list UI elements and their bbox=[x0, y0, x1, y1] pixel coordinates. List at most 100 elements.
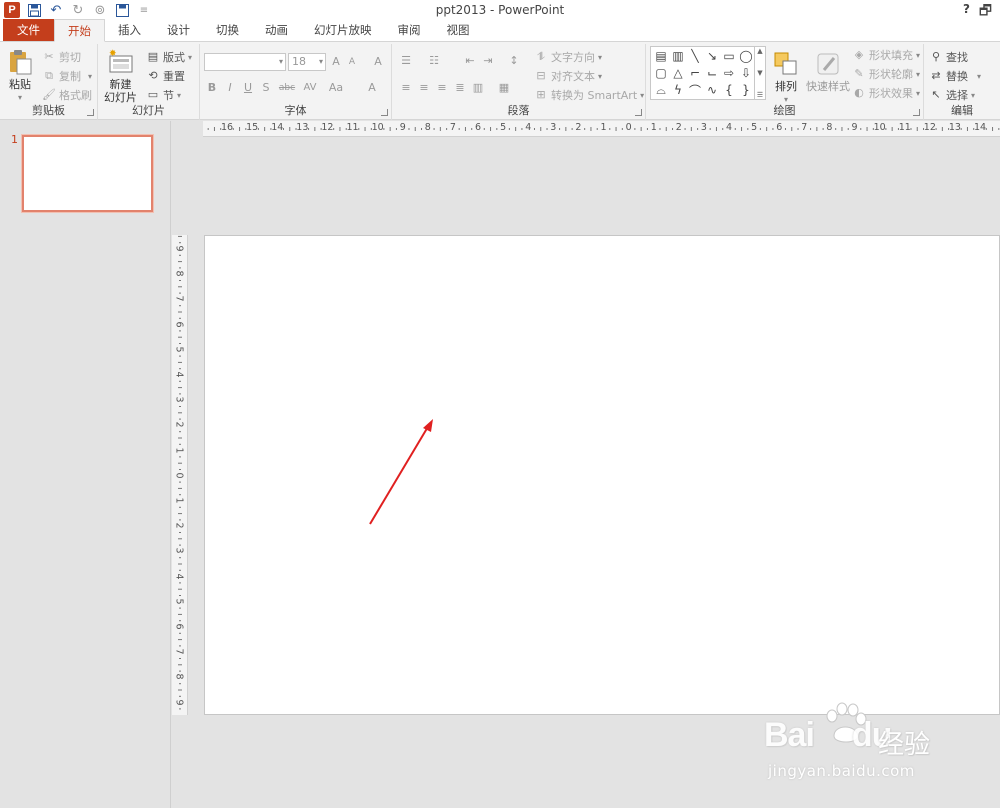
horizontal-ruler-label: 2 bbox=[675, 122, 682, 133]
replace-button[interactable]: ⇄ 替换 ▾ bbox=[929, 68, 981, 84]
columns-icon[interactable]: ▦ bbox=[496, 80, 512, 96]
horizontal-ruler-label: 4 bbox=[726, 122, 733, 133]
horizontal-ruler-label: 0 bbox=[625, 122, 632, 133]
shape-outline-button[interactable]: ✎ 形状轮廓 ▾ bbox=[852, 66, 920, 82]
arrange-icon bbox=[774, 52, 797, 75]
slide-thumbnail[interactable] bbox=[22, 135, 153, 212]
clear-formatting-icon[interactable]: A bbox=[370, 54, 386, 70]
arrange-button[interactable]: 排列 ▾ bbox=[772, 50, 800, 106]
horizontal-ruler-label: 13 bbox=[296, 122, 309, 133]
chevron-down-icon[interactable]: ▼ bbox=[757, 69, 762, 77]
shapes-gallery[interactable]: ▤ ▥ ╲ ↘ ▭ ◯ ▢ △ ⌐ ⌙ ⇨ ⇩ ⌓ ϟ ⌒ ∿ { } ▲ ▼ … bbox=[650, 46, 766, 100]
line-spacing-icon[interactable]: ↕ bbox=[506, 53, 522, 69]
section-button[interactable]: ▭ 节 ▾ bbox=[146, 87, 181, 103]
triangle-shape-icon[interactable]: △ bbox=[670, 65, 686, 81]
flowchart-shape-icon[interactable]: ⌓ bbox=[653, 82, 669, 98]
elbow-connector-shape-icon[interactable]: ⌐ bbox=[687, 65, 703, 81]
tab-review[interactable]: 审阅 bbox=[385, 19, 434, 41]
horizontal-ruler-label: 7 bbox=[801, 122, 808, 133]
paste-button[interactable]: 粘贴 ▾ bbox=[6, 48, 34, 104]
gallery-scrollbar[interactable]: ▲ ▼ ☰ bbox=[754, 47, 765, 99]
down-arrow-shape-icon[interactable]: ⇩ bbox=[738, 65, 754, 81]
dialog-launcher-icon[interactable] bbox=[381, 109, 388, 116]
vertical-ruler: 9 8 7 6 5 4 3 2 1 0 1 2 3 4 5 6 7 8 9 bbox=[172, 235, 188, 715]
italic-button[interactable]: I bbox=[222, 80, 238, 96]
copy-button[interactable]: ⧉ 复制 ▾ bbox=[42, 68, 92, 84]
tab-view[interactable]: 视图 bbox=[434, 19, 483, 41]
quick-styles-icon bbox=[817, 53, 839, 75]
ribbon-home: 粘贴 ▾ ✂ 剪切 ⧉ 复制 ▾ 🖌 格式刷 剪贴板 ✸ 新建 幻灯片 ▤ 版式 ▾ ⟲ 重置… bbox=[0, 42, 1000, 120]
format-painter-button[interactable]: 🖌 格式刷 bbox=[42, 87, 92, 103]
vertical-ruler-label: 8 bbox=[173, 270, 185, 277]
right-brace-shape-icon[interactable]: } bbox=[738, 82, 754, 98]
slide-canvas[interactable] bbox=[204, 235, 1000, 715]
left-brace-shape-icon[interactable]: { bbox=[721, 82, 737, 98]
connector-arrow-shape-icon[interactable]: ⌙ bbox=[704, 65, 720, 81]
align-center-icon[interactable]: ≡ bbox=[416, 80, 432, 96]
select-button[interactable]: ↖ 选择 ▾ bbox=[929, 87, 975, 103]
right-arrow-shape-icon[interactable]: ⇨ bbox=[721, 65, 737, 81]
underline-button[interactable]: U bbox=[240, 80, 256, 96]
distribute-icon[interactable]: ▥ bbox=[470, 80, 486, 96]
bullets-icon[interactable]: ☰ bbox=[398, 53, 414, 69]
new-slide-label-1: 新建 bbox=[109, 78, 132, 91]
dialog-launcher-icon[interactable] bbox=[87, 109, 94, 116]
copy-icon: ⧉ bbox=[45, 69, 53, 82]
strikethrough-button[interactable]: abc bbox=[276, 80, 298, 96]
curve-shape-icon[interactable]: ∿ bbox=[704, 82, 720, 98]
section-icon: ▭ bbox=[147, 88, 159, 101]
align-text-button[interactable]: ⊟ 对齐文本 ▾ bbox=[534, 68, 602, 84]
font-color-button[interactable]: A bbox=[364, 80, 380, 96]
char-spacing-button[interactable]: AV bbox=[300, 80, 320, 96]
oval-shape-icon[interactable]: ◯ bbox=[738, 48, 754, 64]
chevron-up-icon[interactable]: ▲ bbox=[757, 47, 762, 55]
tab-file[interactable]: 文件 bbox=[3, 19, 54, 41]
font-name-combo[interactable]: ▾ bbox=[204, 53, 286, 71]
arc-shape-icon[interactable]: ⌒ bbox=[687, 82, 703, 98]
cut-button[interactable]: ✂ 剪切 bbox=[42, 49, 81, 65]
align-text-label: 对齐文本 bbox=[551, 70, 595, 83]
find-button[interactable]: ⚲ 查找 bbox=[929, 49, 968, 65]
tab-insert[interactable]: 插入 bbox=[105, 19, 154, 41]
gallery-more-icon[interactable]: ☰ bbox=[757, 91, 763, 99]
group-slides: ✸ 新建 幻灯片 ▤ 版式 ▾ ⟲ 重置 ▭ 节 ▾ 幻灯片 bbox=[98, 44, 200, 120]
change-case-button[interactable]: Aa bbox=[326, 80, 346, 96]
reset-button[interactable]: ⟲ 重置 bbox=[146, 68, 185, 84]
align-right-icon[interactable]: ≡ bbox=[434, 80, 450, 96]
grow-font-button[interactable]: A bbox=[328, 54, 344, 70]
bold-button[interactable]: B bbox=[204, 80, 220, 96]
horizontal-ruler-label: 15 bbox=[246, 122, 259, 133]
tab-transitions[interactable]: 切换 bbox=[203, 19, 252, 41]
vertical-textbox-shape-icon[interactable]: ▥ bbox=[670, 48, 686, 64]
decrease-indent-icon[interactable]: ⇤ bbox=[462, 53, 478, 69]
help-button[interactable]: ? bbox=[963, 2, 970, 16]
tab-slideshow[interactable]: 幻灯片放映 bbox=[301, 19, 385, 41]
numbering-icon[interactable]: ☷ bbox=[426, 53, 442, 69]
arrow-line-shape-icon[interactable]: ↘ bbox=[704, 48, 720, 64]
shrink-font-button[interactable]: A bbox=[344, 54, 360, 70]
shape-effects-button[interactable]: ◐ 形状效果 ▾ bbox=[852, 85, 920, 101]
new-slide-button[interactable]: ✸ 新建 幻灯片 bbox=[104, 48, 137, 104]
tab-home[interactable]: 开始 bbox=[54, 19, 105, 42]
rounded-rect-shape-icon[interactable]: ▢ bbox=[653, 65, 669, 81]
lightning-shape-icon[interactable]: ϟ bbox=[670, 82, 686, 98]
dialog-launcher-icon[interactable] bbox=[635, 109, 642, 116]
rectangle-shape-icon[interactable]: ▭ bbox=[721, 48, 737, 64]
smartart-button[interactable]: ⊞ 转换为 SmartArt ▾ bbox=[534, 87, 644, 103]
increase-indent-icon[interactable]: ⇥ bbox=[480, 53, 496, 69]
shape-fill-button[interactable]: ◈ 形状填充 ▾ bbox=[852, 47, 920, 63]
layout-button[interactable]: ▤ 版式 ▾ bbox=[146, 49, 192, 65]
tab-animations[interactable]: 动画 bbox=[252, 19, 301, 41]
quick-styles-button[interactable]: 快速样式 bbox=[806, 50, 850, 93]
textbox-shape-icon[interactable]: ▤ bbox=[653, 48, 669, 64]
vertical-ruler-label: 1 bbox=[173, 497, 185, 504]
text-direction-button[interactable]: ⥮ 文字方向 ▾ bbox=[534, 49, 602, 65]
horizontal-ruler-label: 1 bbox=[600, 122, 607, 133]
justify-icon[interactable]: ≣ bbox=[452, 80, 468, 96]
dialog-launcher-icon[interactable] bbox=[913, 109, 920, 116]
align-left-icon[interactable]: ≡ bbox=[398, 80, 414, 96]
tab-design[interactable]: 设计 bbox=[154, 19, 203, 41]
line-shape-icon[interactable]: ╲ bbox=[687, 48, 703, 64]
shadow-button[interactable]: S bbox=[258, 80, 274, 96]
font-size-combo[interactable]: 18 ▾ bbox=[288, 53, 326, 71]
